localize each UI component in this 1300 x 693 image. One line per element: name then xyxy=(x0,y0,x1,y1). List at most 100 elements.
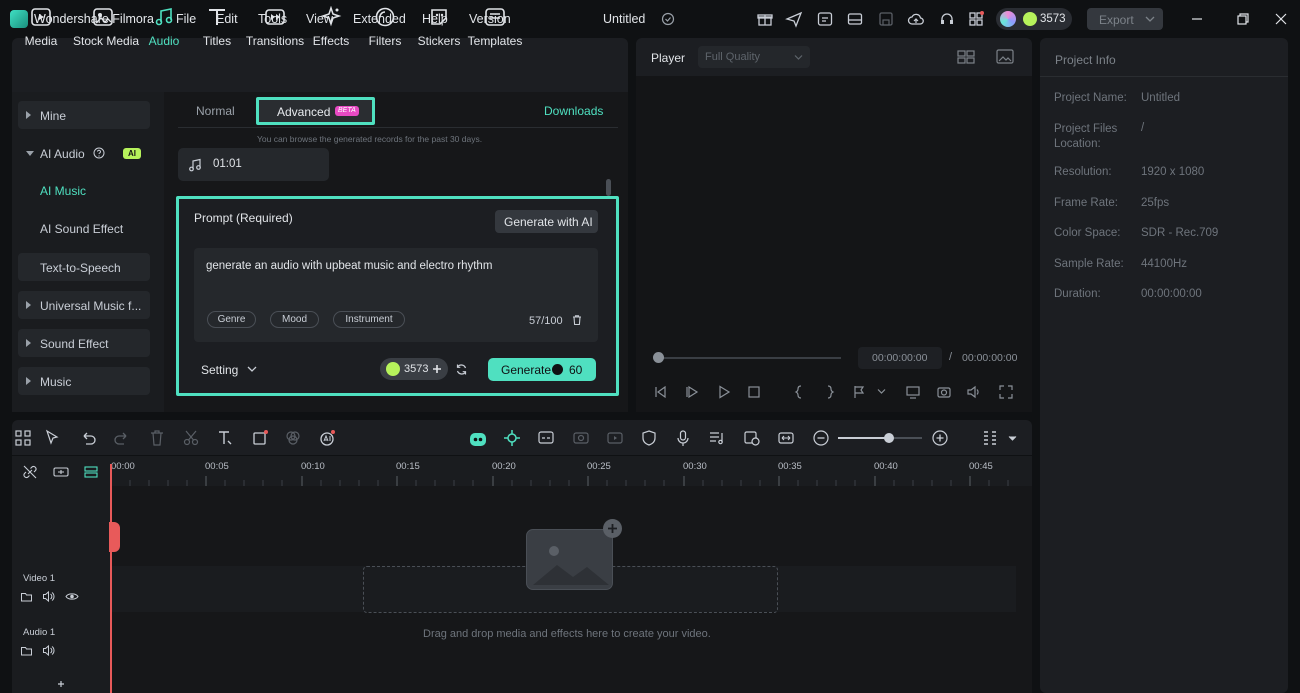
undo-icon[interactable] xyxy=(79,429,97,447)
minimize-icon[interactable] xyxy=(1188,10,1206,28)
zoom-slider-handle[interactable] xyxy=(884,433,894,443)
trash-icon[interactable] xyxy=(571,314,583,326)
generate-with-ai-button[interactable]: Generate with AI xyxy=(495,210,598,233)
send-icon[interactable] xyxy=(785,10,803,28)
progress-handle[interactable] xyxy=(653,352,664,363)
instrument-chip[interactable]: Instrument xyxy=(333,311,405,328)
quality-select[interactable]: Full Quality xyxy=(698,46,810,68)
restore-icon[interactable] xyxy=(1234,10,1252,28)
split-view-icon[interactable] xyxy=(956,48,976,66)
add-track-icon[interactable] xyxy=(52,464,70,480)
audio-list-icon[interactable] xyxy=(708,429,726,447)
track-layout-icon[interactable] xyxy=(83,464,99,480)
refresh-icon[interactable] xyxy=(455,363,468,376)
playhead[interactable] xyxy=(110,464,112,693)
account-credits-pill[interactable]: 3573 xyxy=(996,8,1072,30)
marker-icon[interactable] xyxy=(852,384,868,400)
tab-audio[interactable]: Audio xyxy=(134,6,194,48)
progress-track[interactable] xyxy=(658,357,841,359)
zoom-slider-track[interactable] xyxy=(890,437,922,439)
text-tool-icon[interactable] xyxy=(216,429,234,447)
more-options-icon[interactable] xyxy=(981,429,999,447)
add-media-icon[interactable] xyxy=(603,519,622,538)
credits-button[interactable]: 3573 xyxy=(380,358,448,380)
export-button[interactable]: Export xyxy=(1087,8,1163,30)
crop-icon[interactable] xyxy=(251,429,269,447)
help-icon[interactable] xyxy=(93,147,105,159)
cloud-upload-icon[interactable] xyxy=(907,10,925,28)
tab-filters[interactable]: Filters xyxy=(355,6,415,48)
sidebar-item-sound-effect[interactable]: Sound Effect xyxy=(18,329,150,357)
delete-icon[interactable] xyxy=(148,429,166,447)
volume-icon[interactable] xyxy=(42,644,55,657)
sidebar-item-ai-music[interactable]: AI Music xyxy=(40,184,86,198)
tab-stickers[interactable]: Stickers xyxy=(409,6,469,48)
sidebar-item-mine[interactable]: Mine xyxy=(18,101,150,129)
tab-stock-media[interactable]: Stock Media xyxy=(73,6,139,48)
play-icon[interactable] xyxy=(716,384,732,400)
tab-effects[interactable]: Effects xyxy=(301,6,361,48)
display-icon[interactable] xyxy=(905,384,921,400)
current-time-box[interactable]: 00:00:00:00 xyxy=(858,347,942,369)
ai-tool-icon[interactable] xyxy=(318,429,336,447)
speed-icon[interactable] xyxy=(606,429,624,447)
tab-normal[interactable]: Normal xyxy=(196,104,235,118)
play-reverse-icon[interactable] xyxy=(685,384,701,400)
headset-icon[interactable] xyxy=(938,10,956,28)
tab-media[interactable]: Media xyxy=(11,6,71,48)
color-icon[interactable] xyxy=(284,429,302,447)
folder-lock-icon[interactable] xyxy=(20,590,33,603)
sidebar-item-ai-sound-effect[interactable]: AI Sound Effect xyxy=(40,222,123,236)
tab-advanced[interactable]: Advanced BETA xyxy=(256,97,375,125)
select-arrow-icon[interactable] xyxy=(44,429,62,447)
stop-icon[interactable] xyxy=(746,384,762,400)
volume-icon[interactable] xyxy=(966,384,982,400)
unlink-icon[interactable] xyxy=(22,464,38,480)
avatar[interactable] xyxy=(1000,11,1016,27)
redo-icon[interactable] xyxy=(113,429,131,447)
microphone-icon[interactable] xyxy=(674,429,692,447)
zoom-out-icon[interactable] xyxy=(812,429,830,447)
sidebar-item-music[interactable]: Music xyxy=(18,367,150,395)
genre-chip[interactable]: Genre xyxy=(207,311,256,328)
apps-grid-icon[interactable] xyxy=(967,10,985,28)
mood-chip[interactable]: Mood xyxy=(270,311,319,328)
fit-timeline-icon[interactable] xyxy=(777,429,795,447)
shield-icon[interactable] xyxy=(640,429,658,447)
layout-grid-icon[interactable] xyxy=(14,429,32,447)
image-icon[interactable] xyxy=(995,48,1015,66)
zoom-in-icon[interactable] xyxy=(931,429,949,447)
chevron-down-icon[interactable] xyxy=(247,365,257,373)
eye-icon[interactable] xyxy=(65,590,79,603)
chevron-down-icon[interactable] xyxy=(1008,435,1017,442)
mark-in-icon[interactable] xyxy=(791,384,807,400)
sidebar-item-universal-music[interactable]: Universal Music f... xyxy=(18,291,150,319)
tab-titles[interactable]: Titles xyxy=(187,6,247,48)
playhead-handle[interactable] xyxy=(109,522,120,552)
previous-frame-icon[interactable] xyxy=(653,384,669,400)
scrollbar-thumb[interactable] xyxy=(606,179,611,196)
generated-record[interactable]: 01:01 xyxy=(178,148,329,181)
zoom-slider-fill[interactable] xyxy=(838,437,890,439)
mark-out-icon[interactable] xyxy=(822,384,838,400)
snapshot-icon[interactable] xyxy=(743,429,761,447)
gift-icon[interactable] xyxy=(756,10,774,28)
scissors-icon[interactable] xyxy=(182,429,200,447)
video-enhance-icon[interactable] xyxy=(572,429,590,447)
setting-label[interactable]: Setting xyxy=(201,363,238,377)
volume-icon[interactable] xyxy=(42,590,55,603)
snapshot-camera-icon[interactable] xyxy=(936,384,952,400)
cloud-render-icon[interactable] xyxy=(816,10,834,28)
ai-robot-icon[interactable] xyxy=(468,429,488,449)
tab-templates[interactable]: Templates xyxy=(465,6,525,48)
downloads-link[interactable]: Downloads xyxy=(544,104,603,118)
save-icon[interactable] xyxy=(877,10,895,28)
tab-transitions[interactable]: Transitions xyxy=(245,6,305,48)
auto-caption-icon[interactable] xyxy=(537,429,555,447)
layout-icon[interactable] xyxy=(846,10,864,28)
close-icon[interactable] xyxy=(1272,10,1290,28)
smart-link-icon[interactable] xyxy=(503,429,521,447)
folder-lock-icon[interactable] xyxy=(20,644,33,657)
sidebar-item-text-to-speech[interactable]: Text-to-Speech xyxy=(18,253,150,281)
chevron-down-icon[interactable] xyxy=(877,388,886,395)
